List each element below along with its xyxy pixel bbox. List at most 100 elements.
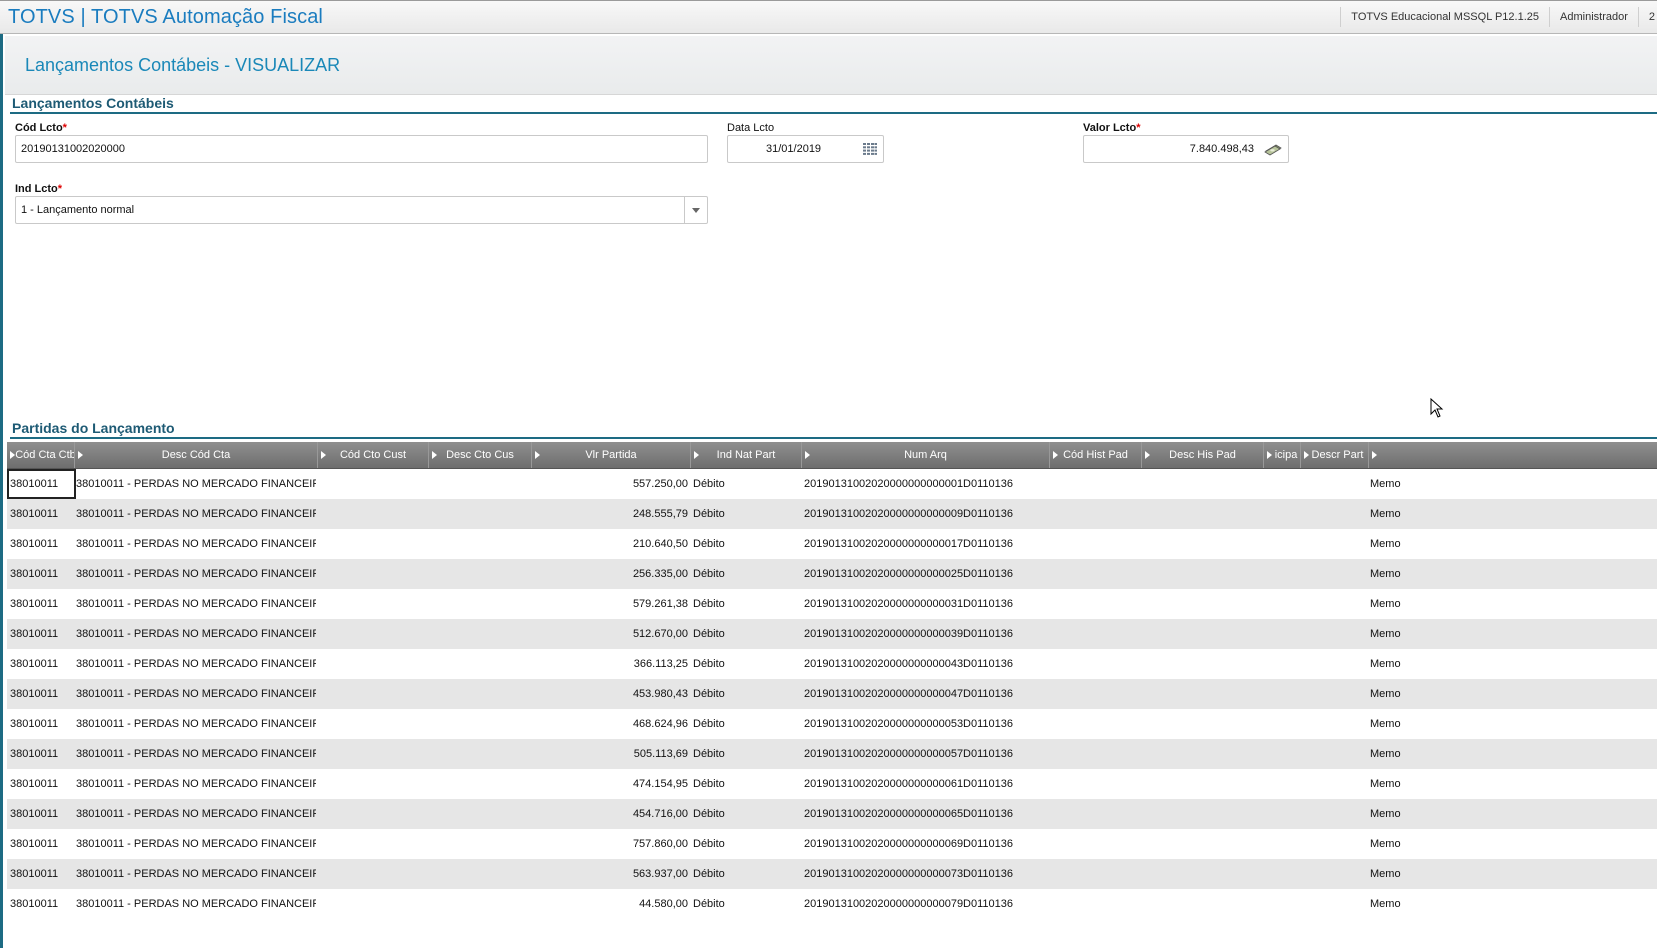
column-header[interactable]: icipa	[1264, 442, 1301, 468]
cell-num-arq[interactable]: 20190131002020000000000065D0110136	[804, 799, 1044, 829]
cell-cod-cta[interactable]: 38010011	[7, 769, 76, 799]
column-header[interactable]: Vlr Partida	[532, 442, 691, 468]
user-menu[interactable]: Administrador	[1560, 11, 1628, 23]
cell-num-arq[interactable]: 20190131002020000000000009D0110136	[804, 499, 1044, 529]
cell-desc-cod-cta[interactable]: 38010011 - PERDAS NO MERCADO FINANCEIRO	[76, 769, 316, 799]
column-header[interactable]: Desc Cód Cta	[75, 442, 318, 468]
cell-desc-cod-cta[interactable]: 38010011 - PERDAS NO MERCADO FINANCEIRO	[76, 829, 316, 859]
cell-num-arq[interactable]: 20190131002020000000000069D0110136	[804, 829, 1044, 859]
cell-vlr-partida[interactable]: 248.555,79	[532, 499, 688, 529]
column-header[interactable]: Desc Cto Cus	[429, 442, 532, 468]
cell-vlr-partida[interactable]: 454.716,00	[532, 799, 688, 829]
cell-vlr-partida[interactable]: 474.154,95	[532, 769, 688, 799]
cell-ind-nat-part[interactable]: Débito	[693, 499, 793, 529]
table-row[interactable]: 38010011 38010011 - PERDAS NO MERCADO FIN…	[7, 589, 1657, 619]
column-header[interactable]: Cód Hist Pad	[1050, 442, 1142, 468]
cell-cod-cta[interactable]: 38010011	[7, 829, 76, 859]
cell-desc-cod-cta[interactable]: 38010011 - PERDAS NO MERCADO FINANCEIRO	[76, 739, 316, 769]
cell-ind-nat-part[interactable]: Débito	[693, 709, 793, 739]
table-row[interactable]: 38010011 38010011 - PERDAS NO MERCADO FIN…	[7, 619, 1657, 649]
table-row[interactable]: 38010011 38010011 - PERDAS NO MERCADO FIN…	[7, 859, 1657, 889]
valor-lcto-field[interactable]: 7.840.498,43	[1083, 135, 1289, 163]
cell-ind-nat-part[interactable]: Débito	[693, 679, 793, 709]
cell-num-arq[interactable]: 20190131002020000000000025D0110136	[804, 559, 1044, 589]
table-row[interactable]: 38010011 38010011 - PERDAS NO MERCADO FIN…	[7, 739, 1657, 769]
cell-desc-cod-cta[interactable]: 38010011 - PERDAS NO MERCADO FINANCEIRO	[76, 859, 316, 889]
cell-cod-cta[interactable]: 38010011	[7, 529, 76, 559]
cell-desc-cod-cta[interactable]: 38010011 - PERDAS NO MERCADO FINANCEIRO	[76, 709, 316, 739]
column-header[interactable]: Cód Cto Cust	[318, 442, 429, 468]
cell-cod-cta[interactable]: 38010011	[7, 649, 76, 679]
cell-descr-part[interactable]: Memo	[1370, 829, 1450, 859]
column-header[interactable]: Descr Part	[1301, 442, 1369, 468]
cell-vlr-partida[interactable]: 468.624,96	[532, 709, 688, 739]
table-row[interactable]: 38010011 38010011 - PERDAS NO MERCADO FIN…	[7, 679, 1657, 709]
cell-desc-cod-cta[interactable]: 38010011 - PERDAS NO MERCADO FINANCEIRO	[76, 649, 316, 679]
cell-vlr-partida[interactable]: 210.640,50	[532, 529, 688, 559]
ind-lcto-select[interactable]: 1 - Lançamento normal	[15, 196, 708, 224]
cell-num-arq[interactable]: 20190131002020000000000073D0110136	[804, 859, 1044, 889]
cell-ind-nat-part[interactable]: Débito	[693, 799, 793, 829]
cell-vlr-partida[interactable]: 453.980,43	[532, 679, 688, 709]
cell-ind-nat-part[interactable]: Débito	[693, 889, 793, 919]
cell-desc-cod-cta[interactable]: 38010011 - PERDAS NO MERCADO FINANCEIRO	[76, 799, 316, 829]
cell-desc-cod-cta[interactable]: 38010011 - PERDAS NO MERCADO FINANCEIRO	[76, 889, 316, 919]
cell-num-arq[interactable]: 20190131002020000000000043D0110136	[804, 649, 1044, 679]
cell-ind-nat-part[interactable]: Débito	[693, 739, 793, 769]
cell-ind-nat-part[interactable]: Débito	[693, 589, 793, 619]
data-lcto-field[interactable]: 31/01/2019	[727, 135, 884, 163]
cell-descr-part[interactable]: Memo	[1370, 889, 1450, 919]
cell-desc-cod-cta[interactable]: 38010011 - PERDAS NO MERCADO FINANCEIRO	[76, 559, 316, 589]
cell-descr-part[interactable]: Memo	[1370, 709, 1450, 739]
cell-vlr-partida[interactable]: 505.113,69	[532, 739, 688, 769]
column-header[interactable]: Num Arq	[802, 442, 1050, 468]
cell-descr-part[interactable]: Memo	[1370, 859, 1450, 889]
cell-descr-part[interactable]: Memo	[1370, 679, 1450, 709]
cell-num-arq[interactable]: 20190131002020000000000061D0110136	[804, 769, 1044, 799]
cell-vlr-partida[interactable]: 366.113,25	[532, 649, 688, 679]
dropdown-button[interactable]	[684, 197, 707, 223]
table-row[interactable]: 38010011 38010011 - PERDAS NO MERCADO FIN…	[7, 469, 1657, 499]
cell-cod-cta[interactable]: 38010011	[7, 799, 76, 829]
cell-cod-cta[interactable]: 38010011	[7, 499, 76, 529]
cell-descr-part[interactable]: Memo	[1370, 769, 1450, 799]
column-header[interactable]: Ind Nat Part	[691, 442, 802, 468]
cell-cod-cta[interactable]: 38010011	[7, 709, 76, 739]
cell-vlr-partida[interactable]: 256.335,00	[532, 559, 688, 589]
cell-descr-part[interactable]: Memo	[1370, 739, 1450, 769]
cell-cod-cta[interactable]: 38010011	[7, 739, 76, 769]
cell-cod-cta[interactable]: 38010011	[7, 559, 76, 589]
cell-num-arq[interactable]: 20190131002020000000000017D0110136	[804, 529, 1044, 559]
table-row[interactable]: 38010011 38010011 - PERDAS NO MERCADO FIN…	[7, 529, 1657, 559]
cell-cod-cta[interactable]: 38010011	[7, 859, 76, 889]
cell-ind-nat-part[interactable]: Débito	[693, 529, 793, 559]
cell-cod-cta[interactable]: 38010011	[7, 619, 76, 649]
cell-vlr-partida[interactable]: 557.250,00	[532, 469, 688, 499]
cell-desc-cod-cta[interactable]: 38010011 - PERDAS NO MERCADO FINANCEIRO	[76, 529, 316, 559]
cell-ind-nat-part[interactable]: Débito	[693, 829, 793, 859]
table-row[interactable]: 38010011 38010011 - PERDAS NO MERCADO FIN…	[7, 709, 1657, 739]
cell-ind-nat-part[interactable]: Débito	[693, 469, 793, 499]
cell-num-arq[interactable]: 20190131002020000000000039D0110136	[804, 619, 1044, 649]
cell-desc-cod-cta[interactable]: 38010011 - PERDAS NO MERCADO FINANCEIRO	[76, 679, 316, 709]
cell-num-arq[interactable]: 20190131002020000000000079D0110136	[804, 889, 1044, 919]
cell-descr-part[interactable]: Memo	[1370, 649, 1450, 679]
table-row[interactable]: 38010011 38010011 - PERDAS NO MERCADO FIN…	[7, 499, 1657, 529]
cell-descr-part[interactable]: Memo	[1370, 589, 1450, 619]
cell-cod-cta[interactable]: 38010011	[7, 589, 76, 619]
cell-ind-nat-part[interactable]: Débito	[693, 559, 793, 589]
table-row[interactable]: 38010011 38010011 - PERDAS NO MERCADO FIN…	[7, 649, 1657, 679]
cell-desc-cod-cta[interactable]: 38010011 - PERDAS NO MERCADO FINANCEIRO	[76, 589, 316, 619]
cell-cod-cta[interactable]: 38010011	[7, 889, 76, 919]
cell-desc-cod-cta[interactable]: 38010011 - PERDAS NO MERCADO FINANCEIRO	[76, 469, 316, 499]
money-icon[interactable]	[1264, 143, 1282, 156]
cell-vlr-partida[interactable]: 512.670,00	[532, 619, 688, 649]
cell-num-arq[interactable]: 20190131002020000000000047D0110136	[804, 679, 1044, 709]
cell-descr-part[interactable]: Memo	[1370, 559, 1450, 589]
cell-ind-nat-part[interactable]: Débito	[693, 619, 793, 649]
cell-descr-part[interactable]: Memo	[1370, 799, 1450, 829]
column-header[interactable]: Cód Cta Ctb	[7, 442, 75, 468]
cell-vlr-partida[interactable]: 44.580,00	[532, 889, 688, 919]
cell-descr-part[interactable]: Memo	[1370, 469, 1450, 499]
cell-desc-cod-cta[interactable]: 38010011 - PERDAS NO MERCADO FINANCEIRO	[76, 619, 316, 649]
